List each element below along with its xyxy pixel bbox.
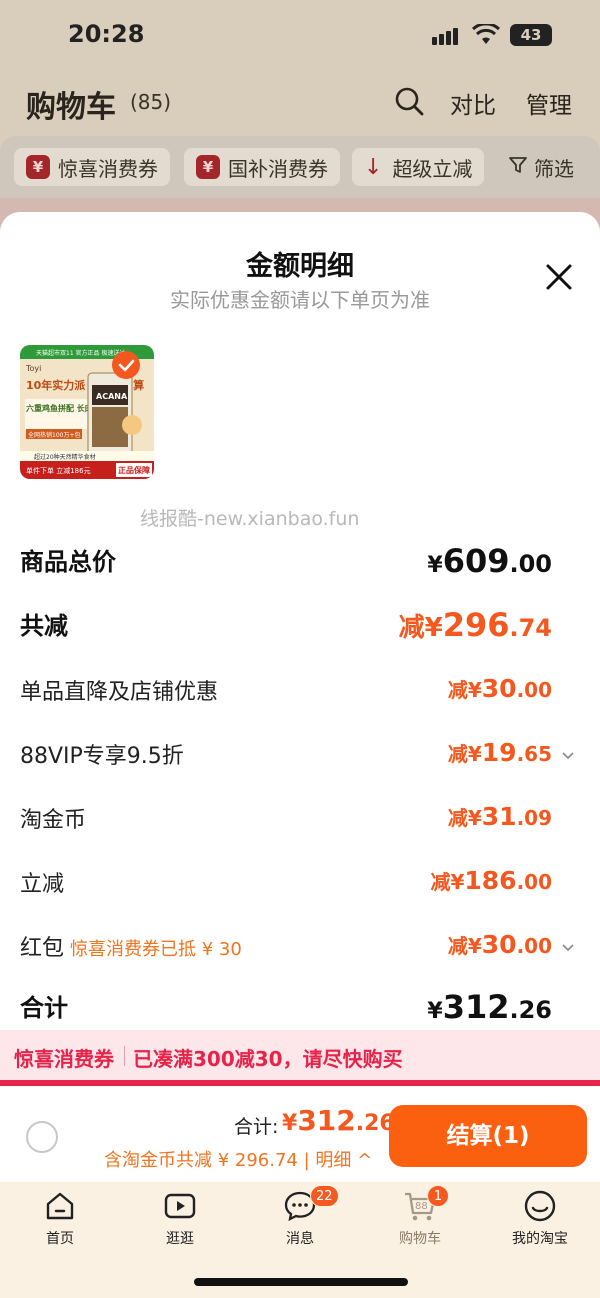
cart-count: (85) xyxy=(130,90,172,114)
product-note: 超过20种天然精华食材 xyxy=(34,453,96,461)
wifi-icon xyxy=(471,22,501,52)
row-value: ¥609.00 xyxy=(427,542,552,580)
row-instant-discount: 立减 减¥186.00 xyxy=(20,866,580,902)
row-label: 淘金币 xyxy=(20,808,87,833)
total-amount: ¥312.26 xyxy=(282,1104,395,1137)
product-bag-brand: ACANA xyxy=(96,392,128,401)
cart-icon-count: 88 xyxy=(415,1201,428,1212)
row-total-price: 商品总价 ¥609.00 xyxy=(20,542,580,582)
row-red-packet[interactable]: 红包 惊喜消费券已抵 ¥ 30 减¥30.00 xyxy=(20,930,580,966)
product-logo: Toyi xyxy=(25,364,41,373)
close-icon[interactable] xyxy=(542,260,576,294)
row-taojinbi: 淘金币 减¥31.09 xyxy=(20,802,580,838)
row-label: 立减 xyxy=(20,872,65,897)
row-value: 减¥296.74 xyxy=(398,606,552,644)
funnel-icon xyxy=(508,155,528,180)
sheet-title: 金额明细 xyxy=(246,251,354,282)
product-promo-1: 单件下单 立减186元 xyxy=(26,466,91,475)
battery-icon: 43 xyxy=(510,24,552,46)
home-icon xyxy=(42,1188,78,1224)
product-sold: 全网热销100万+包 xyxy=(28,431,80,439)
play-icon xyxy=(162,1188,198,1224)
coupon-icon: ¥ xyxy=(26,155,50,179)
down-arrow-icon: ↓ xyxy=(364,154,383,180)
row-value: 减¥30.00 xyxy=(447,930,552,959)
status-bar: 20:28 43 xyxy=(0,18,600,54)
search-icon[interactable] xyxy=(394,86,424,116)
row-value: 减¥30.00 xyxy=(447,674,552,703)
row-label: 红包 惊喜消费券已抵 ¥ 30 xyxy=(20,936,242,961)
message-badge: 22 xyxy=(310,1185,339,1207)
row-label: 合计 xyxy=(20,994,68,1022)
sheet-subtitle: 实际优惠金额请以下单页为准 xyxy=(170,288,430,312)
tab-cart[interactable]: 88 购物车 xyxy=(370,1188,470,1248)
chevron-down-icon[interactable] xyxy=(560,940,576,956)
filter-surprise-coupon[interactable]: ¥ 惊喜消费券 xyxy=(14,148,170,186)
signal-icon xyxy=(432,28,460,49)
manage-button[interactable]: 管理 xyxy=(526,86,572,120)
row-88vip[interactable]: 88VIP专享9.5折 减¥19.65 xyxy=(20,738,580,774)
checkout-button[interactable]: 结算(1) xyxy=(389,1105,587,1167)
total-label: 合计: xyxy=(234,1116,279,1138)
row-label: 单品直降及店铺优惠 xyxy=(20,680,219,705)
profile-icon xyxy=(522,1188,558,1224)
promo-message: 已凑满300减30，请尽快购买 xyxy=(133,1047,403,1071)
row-shop-discount: 单品直降及店铺优惠 减¥30.00 xyxy=(20,674,580,710)
promo-coupon-name: 惊喜消费券 xyxy=(14,1047,114,1071)
product-brand-top: 天猫超市双11 官方正品 极速送达 xyxy=(36,349,125,357)
filter-button[interactable]: 筛选 xyxy=(496,148,586,186)
row-grand-total: 合计 ¥312.26 xyxy=(20,988,580,1028)
tab-explore[interactable]: 逛逛 xyxy=(130,1188,230,1248)
tab-home[interactable]: 首页 xyxy=(10,1188,110,1248)
page-title: 购物车 xyxy=(26,90,116,125)
row-value: ¥312.26 xyxy=(427,988,552,1026)
row-value: 减¥186.00 xyxy=(430,866,552,895)
tab-profile[interactable]: 我的淘宝 xyxy=(490,1188,590,1248)
coupon-icon: ¥ xyxy=(196,155,220,179)
status-time: 20:28 xyxy=(68,20,145,48)
row-label: 共减 xyxy=(20,612,68,640)
product-promo-2: 正品保障 xyxy=(118,465,150,475)
filter-super-discount[interactable]: ↓ 超级立减 xyxy=(352,148,485,186)
filter-national-coupon[interactable]: ¥ 国补消费券 xyxy=(184,148,340,186)
product-thumbnail[interactable]: 天猫超市双11 官方正品 极速送达 Toyi 10年实力派 它们说了算 六重鸡鱼… xyxy=(20,345,154,479)
row-total-discount: 共减 减¥296.74 xyxy=(20,606,580,646)
home-indicator xyxy=(194,1278,408,1286)
cart-badge: 1 xyxy=(427,1185,449,1207)
chevron-down-icon[interactable] xyxy=(560,748,576,764)
select-all-checkbox[interactable] xyxy=(26,1121,58,1153)
row-label: 商品总价 xyxy=(20,548,116,576)
row-label: 88VIP专享9.5折 xyxy=(20,744,184,769)
compare-button[interactable]: 对比 xyxy=(450,86,496,120)
row-value: 减¥31.09 xyxy=(447,802,552,831)
row-value: 减¥19.65 xyxy=(447,738,552,767)
detail-toggle-link[interactable]: 含淘金币共减 ¥ 296.74 | 明细 ^ xyxy=(104,1146,372,1172)
coupon-applied-tag: 惊喜消费券已抵 ¥ 30 xyxy=(70,939,242,960)
promo-divider xyxy=(124,1046,125,1066)
watermark-text: 线报酷-new.xianbao.fun xyxy=(140,508,360,530)
